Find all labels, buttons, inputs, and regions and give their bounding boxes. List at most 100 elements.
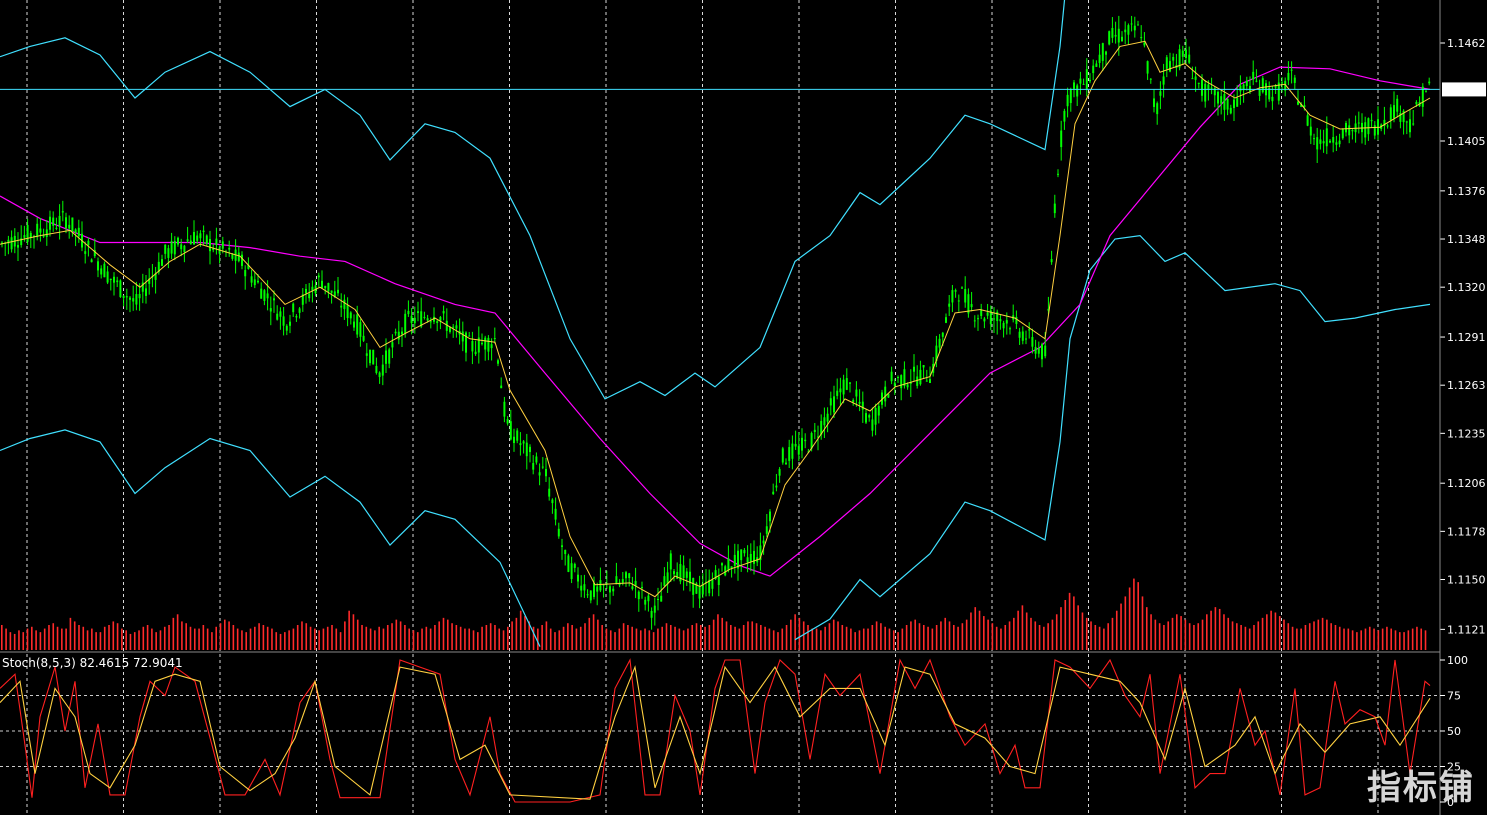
watermark-logo: 指标铺: [1367, 768, 1475, 808]
volume-bar: [1377, 630, 1380, 650]
candle-body: [941, 332, 944, 337]
candle-body: [1325, 128, 1328, 147]
candle-body: [17, 245, 19, 248]
candle-body: [813, 429, 816, 433]
candle-body: [1133, 25, 1136, 31]
candle-body: [986, 312, 989, 316]
volume-bar: [1133, 578, 1135, 650]
candle-body: [1306, 115, 1309, 126]
volume-bar: [356, 619, 359, 650]
volume-bar: [862, 628, 865, 650]
candle-body: [586, 594, 589, 596]
volume-bar: [1060, 607, 1062, 650]
candle-body: [938, 338, 941, 348]
candle-body: [1204, 83, 1207, 102]
candle-body: [842, 379, 845, 395]
volume-bar: [661, 626, 663, 650]
candle-body: [1271, 96, 1274, 102]
volume-bar: [1343, 628, 1345, 650]
volume-bar: [82, 626, 85, 650]
volume-bar: [618, 628, 621, 650]
volume-bar: [592, 614, 595, 650]
volume-bar: [202, 625, 205, 650]
volume-bar: [854, 632, 856, 650]
volume-bar: [1021, 605, 1024, 650]
candle-body: [573, 563, 576, 568]
volume-bar: [408, 628, 410, 650]
candle-body: [23, 235, 26, 238]
volume-bar: [425, 626, 428, 650]
volume-bar: [841, 625, 844, 650]
candle-body: [161, 259, 163, 266]
candle-body: [45, 229, 48, 237]
candle-body: [829, 398, 832, 406]
candle-body: [1053, 203, 1056, 214]
volume-bar: [802, 621, 805, 650]
volume-bar: [279, 633, 282, 650]
volume-bar: [318, 630, 320, 650]
volume-bar: [657, 628, 659, 650]
candle-body: [327, 283, 330, 292]
volume-bar: [811, 628, 814, 650]
candle-body: [865, 413, 867, 423]
candle-body: [1105, 51, 1107, 55]
candle-body: [685, 571, 688, 578]
candle-body: [788, 447, 791, 461]
volume-bar: [721, 617, 724, 650]
volume-bar: [275, 632, 278, 650]
candle-body: [346, 305, 349, 319]
volume-bar: [708, 625, 711, 650]
candle-body: [1338, 140, 1341, 145]
candle-body: [324, 285, 327, 289]
candle-body: [1348, 125, 1351, 136]
volume-bar: [305, 623, 308, 650]
candle-body: [564, 549, 567, 555]
volume-bar: [1424, 630, 1427, 650]
candle-body: [1357, 122, 1360, 124]
candle-body: [1409, 119, 1411, 133]
volume-bar: [1111, 617, 1114, 650]
volume-bar: [652, 632, 655, 650]
volume-bar: [515, 617, 518, 650]
candle-body: [1137, 24, 1139, 26]
volume-bar: [31, 626, 33, 650]
candle-body: [84, 251, 87, 254]
candle-body: [650, 610, 653, 618]
volume-bar: [717, 614, 719, 650]
volume-bar: [1236, 623, 1238, 650]
volume-bar: [322, 628, 325, 650]
candle-body: [1121, 36, 1123, 42]
volume-bar: [61, 628, 63, 650]
candle-body: [545, 468, 547, 477]
volume-bar: [472, 630, 475, 650]
candle-body: [365, 353, 368, 356]
volume-bar: [151, 628, 153, 650]
candle-body: [836, 390, 839, 396]
volume-bar: [339, 632, 342, 650]
candle-body: [103, 263, 106, 278]
candle-body: [439, 317, 442, 321]
candle-body: [954, 290, 957, 292]
volume-bar: [1167, 621, 1170, 650]
stochastic-tick-label: 50: [1447, 725, 1461, 738]
price-tick-label: 1.1178: [1447, 525, 1486, 538]
candle-body: [77, 227, 80, 237]
candle-body: [612, 588, 615, 592]
volume-bar: [940, 621, 942, 650]
candle-body: [804, 439, 807, 442]
volume-bar: [914, 619, 917, 650]
volume-bar: [284, 632, 286, 650]
candle-body: [973, 320, 976, 322]
price-tick-label: 1.1263: [1447, 379, 1486, 392]
candle-body: [570, 563, 573, 580]
volume-bar: [236, 628, 239, 650]
candle-body: [1332, 137, 1335, 143]
candle-body: [177, 237, 179, 245]
candle-body: [769, 511, 771, 522]
volume-bar: [1214, 607, 1217, 650]
candle-body: [1114, 34, 1117, 37]
volume-bar: [489, 623, 492, 650]
volume-bar: [1077, 605, 1079, 650]
volume-bar: [991, 623, 994, 650]
volume-bar: [627, 625, 629, 650]
